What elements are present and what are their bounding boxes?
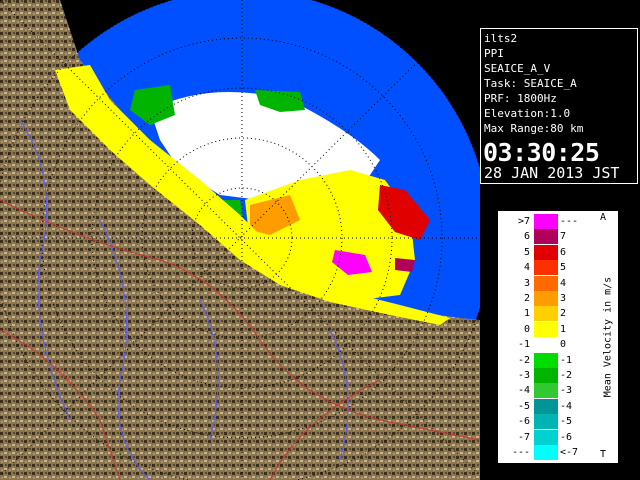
task-name: Task: SEAICE_A bbox=[484, 77, 577, 90]
legend-left-value: --- bbox=[511, 447, 530, 458]
legend-row: 34 bbox=[498, 275, 598, 291]
legend-left-value: -1 bbox=[517, 339, 530, 351]
legend-right-value: 4 bbox=[560, 277, 567, 289]
legend-right-value: -2 bbox=[560, 370, 573, 381]
legend-swatch bbox=[534, 352, 558, 368]
legend-row: -3 -2 bbox=[498, 368, 598, 383]
velocity-legend: >7 --- 6 7 5 6 4 5 3 4 2 3 1 2 0 1 -1 0 -2 -1 -3 -2 -4 -3 -5 -4 -6… bbox=[498, 211, 618, 463]
scan-date: 28 JAN 2013 JST bbox=[484, 164, 620, 182]
legend-bottom-letter: T bbox=[600, 449, 607, 460]
legend-right-value: 7 bbox=[560, 231, 567, 243]
legend-left-value: -2 bbox=[517, 354, 530, 366]
scan-name: SEAICE_A_V bbox=[484, 62, 551, 75]
legend-right-value: 3 bbox=[560, 293, 567, 304]
legend-row: 56 bbox=[498, 244, 598, 260]
legend-left-value: -4 bbox=[517, 385, 530, 397]
station-name: ilts2 bbox=[484, 32, 518, 45]
radar-map bbox=[0, 0, 480, 480]
legend-left-value: 2 bbox=[523, 293, 530, 304]
max-range-value: Max Range:80 km bbox=[484, 122, 584, 135]
legend-right-value: -4 bbox=[560, 400, 573, 412]
radar-ppi-display bbox=[0, 0, 480, 480]
legend-right-value: 6 bbox=[560, 246, 567, 258]
legend-left-value: 4 bbox=[523, 262, 530, 274]
scan-mode: PPI bbox=[484, 47, 504, 60]
legend-left-value: 5 bbox=[523, 246, 530, 258]
legend-right-value: <-7 bbox=[560, 447, 579, 458]
elevation-value: Elevation:1.0 bbox=[484, 107, 571, 120]
radar-info-panel: ilts2 PPI SEAICE_A_V Task: SEAICE_A PRF:… bbox=[480, 0, 640, 480]
legend-row: 12 bbox=[498, 306, 598, 322]
legend-swatch bbox=[534, 368, 558, 383]
legend-left-value: 6 bbox=[523, 231, 530, 243]
legend-row: -4 -3 bbox=[498, 383, 598, 399]
legend-right-value: --- bbox=[560, 216, 579, 227]
echo-magenta-small bbox=[395, 258, 415, 272]
legend-right-value: -3 bbox=[560, 385, 573, 397]
scan-time: 03:30:25 bbox=[483, 138, 600, 167]
legend-swatch bbox=[534, 214, 558, 229]
legend-left-value: 3 bbox=[523, 277, 530, 289]
legend-right-value: 0 bbox=[560, 339, 567, 351]
legend-swatch bbox=[534, 414, 558, 430]
legend-left-value: >7 bbox=[517, 216, 530, 227]
legend-row: -5 -4 bbox=[498, 398, 598, 414]
legend-swatch bbox=[534, 275, 558, 291]
legend-swatch bbox=[534, 445, 558, 460]
legend-row: -2 -1 bbox=[498, 352, 598, 368]
legend-swatch bbox=[534, 306, 558, 322]
legend-swatch bbox=[534, 260, 558, 276]
legend-swatch bbox=[534, 229, 558, 245]
legend-right-value: -6 bbox=[560, 431, 573, 443]
legend-left-value: 1 bbox=[523, 308, 530, 320]
legend-left-value: -7 bbox=[517, 431, 530, 443]
legend-row: -6 -5 bbox=[498, 414, 598, 430]
legend-swatch bbox=[534, 429, 558, 445]
legend-right-value: 5 bbox=[560, 262, 567, 274]
legend-right-value: -1 bbox=[560, 354, 573, 366]
legend-row: >7 --- bbox=[498, 214, 598, 229]
legend-row: 45 bbox=[498, 260, 598, 276]
legend-title: Mean Velocity in m/s bbox=[602, 276, 614, 398]
legend-swatch bbox=[534, 398, 558, 414]
prf-value: PRF: 1800Hz bbox=[484, 92, 557, 105]
legend-right-value: 1 bbox=[560, 323, 567, 335]
legend-row: -1 0 bbox=[498, 337, 598, 353]
legend-swatch bbox=[534, 291, 558, 306]
legend-title-container: Mean Velocity in m/s bbox=[598, 211, 618, 463]
legend-swatch bbox=[534, 321, 558, 337]
legend-left-value: 0 bbox=[523, 323, 530, 335]
legend-swatch bbox=[534, 244, 558, 260]
legend-right-value: 2 bbox=[560, 308, 567, 320]
legend-swatch bbox=[534, 337, 558, 353]
legend-left-value: -3 bbox=[517, 370, 530, 381]
legend-right-value: -5 bbox=[560, 416, 573, 428]
legend-row: 23 bbox=[498, 291, 598, 306]
legend-left-value: -6 bbox=[517, 416, 530, 428]
legend-row: 67 bbox=[498, 229, 598, 245]
legend-swatch bbox=[534, 383, 558, 399]
legend-row: -7 -6 bbox=[498, 429, 598, 445]
legend-row: 01 bbox=[498, 321, 598, 337]
legend-left-value: -5 bbox=[517, 400, 530, 412]
legend-row: --- <-7 bbox=[498, 445, 598, 460]
